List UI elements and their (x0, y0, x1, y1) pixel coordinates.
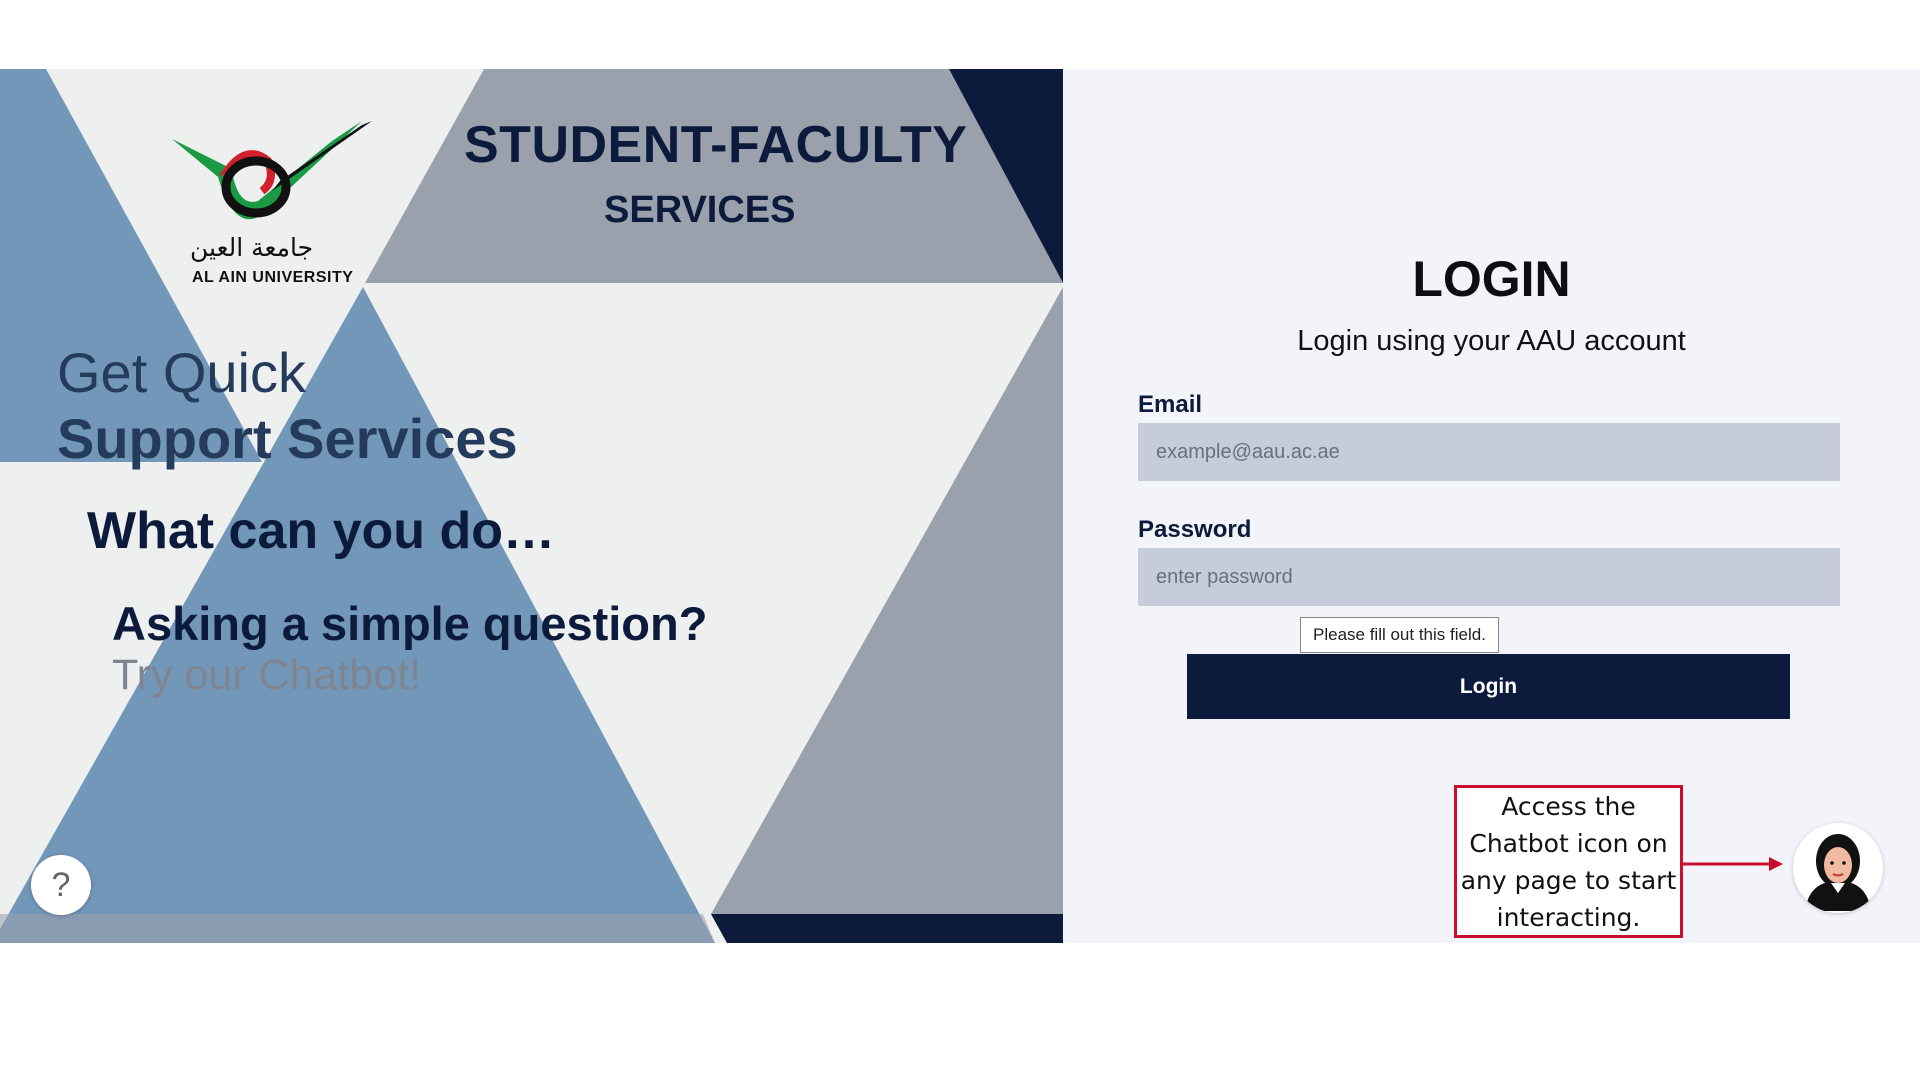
hero-try-chatbot-text: Try our Chatbot! (112, 651, 422, 699)
hero-heading-line1: Get Quick (57, 341, 306, 404)
left-hero-panel: جامعة العين AL AIN UNIVERSITY STUDENT-FA… (0, 69, 1063, 943)
logo-english-text: AL AIN UNIVERSITY (192, 269, 354, 286)
logo-arabic-text: جامعة العين (190, 233, 314, 262)
email-field[interactable] (1138, 423, 1840, 481)
password-label: Password (1138, 516, 1252, 543)
page-title: STUDENT-FACULTY (464, 116, 968, 174)
validation-tooltip: Please fill out this field. (1300, 617, 1499, 653)
hero-ask-text: Asking a simple question? (112, 597, 708, 650)
annotation-callout: Access the Chatbot icon on any page to s… (1454, 785, 1683, 938)
chatbot-button[interactable] (1793, 823, 1883, 913)
login-subtitle: Login using your AAU account (1297, 325, 1686, 357)
bg-triangle-right (711, 287, 1063, 914)
help-button[interactable]: ? (31, 855, 91, 915)
password-field[interactable] (1138, 548, 1840, 606)
hero-question: What can you do… (87, 502, 555, 560)
login-button[interactable]: Login (1187, 654, 1790, 719)
email-label: Email (1138, 391, 1203, 418)
bg-strip-gray-bottom (0, 914, 715, 943)
page-subtitle: SERVICES (604, 189, 796, 231)
hero-heading-line2: Support Services (57, 407, 518, 470)
chatbot-avatar-icon (1805, 834, 1871, 911)
bg-strip-navy-bottom (711, 914, 1063, 943)
question-mark-icon: ? (51, 865, 71, 904)
bg-trapezoid-title (365, 69, 1063, 283)
annotation-arrow-icon (1683, 857, 1783, 871)
login-title: LOGIN (1412, 251, 1571, 307)
